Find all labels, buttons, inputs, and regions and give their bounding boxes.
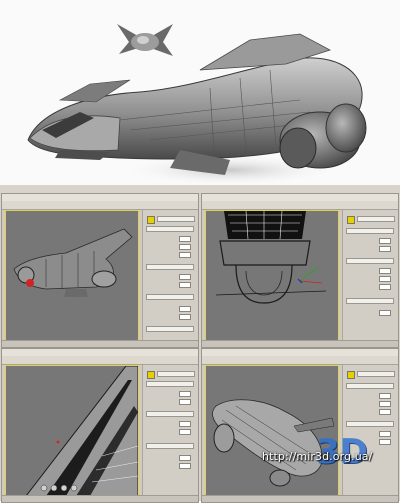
param-spinner[interactable]	[179, 274, 191, 280]
param-spinner[interactable]	[379, 246, 391, 252]
param-spinner[interactable]	[379, 268, 391, 274]
watermark-url[interactable]: http://mir3d.org.ua/	[262, 450, 372, 463]
param-spinner[interactable]	[379, 238, 391, 244]
max-window-perspective	[1, 193, 199, 348]
ship-side-view	[13, 228, 133, 297]
param-spinner[interactable]	[179, 463, 191, 469]
param-spinner[interactable]	[179, 236, 191, 242]
param-rollout[interactable]	[346, 298, 394, 304]
param-rollout[interactable]	[146, 411, 194, 417]
main-toolbar[interactable]	[202, 201, 398, 210]
param-spinner[interactable]	[379, 310, 391, 316]
status-bar	[202, 340, 398, 347]
param-rollout[interactable]	[346, 383, 394, 389]
param-spinner[interactable]	[179, 455, 191, 461]
param-spinner[interactable]	[379, 393, 391, 399]
param-rollout[interactable]	[146, 294, 194, 300]
name-field[interactable]	[357, 216, 395, 222]
object-color-swatch[interactable]	[347, 371, 355, 379]
main-toolbar[interactable]	[202, 356, 398, 365]
param-spinner[interactable]	[179, 314, 191, 320]
name-field[interactable]	[157, 371, 195, 377]
hero-render	[0, 0, 400, 185]
param-spinner[interactable]	[179, 282, 191, 288]
main-toolbar[interactable]	[2, 201, 198, 210]
param-rollout[interactable]	[146, 264, 194, 270]
param-spinner[interactable]	[179, 399, 191, 405]
param-spinner[interactable]	[379, 431, 391, 437]
object-color-swatch[interactable]	[147, 216, 155, 224]
spaceship-render-image	[27, 24, 367, 185]
param-rollout[interactable]	[146, 381, 194, 387]
param-rollout[interactable]	[146, 226, 194, 232]
param-rollout[interactable]	[146, 443, 194, 449]
hull-closeup	[25, 366, 138, 496]
max-window-front	[201, 193, 399, 348]
param-rollout[interactable]	[346, 228, 394, 234]
object-color-swatch[interactable]	[347, 216, 355, 224]
viewport-front[interactable]	[205, 210, 339, 342]
name-field[interactable]	[157, 216, 195, 222]
param-rollout[interactable]	[346, 258, 394, 264]
param-spinner[interactable]	[379, 284, 391, 290]
param-rollout[interactable]	[146, 326, 194, 332]
param-spinner[interactable]	[379, 409, 391, 415]
object-color-swatch[interactable]	[147, 371, 155, 379]
param-spinner[interactable]	[179, 306, 191, 312]
param-spinner[interactable]	[379, 276, 391, 282]
max-window-left	[1, 348, 199, 503]
param-spinner[interactable]	[379, 401, 391, 407]
param-spinner[interactable]	[179, 421, 191, 427]
name-field[interactable]	[357, 371, 395, 377]
engine-wireframe	[215, 211, 327, 304]
command-panel[interactable]	[142, 365, 198, 497]
param-spinner[interactable]	[179, 244, 191, 250]
main-toolbar[interactable]	[2, 356, 198, 365]
command-panel[interactable]	[342, 210, 398, 342]
site-watermark: 3D http://mir3d.org.ua/	[262, 432, 400, 484]
command-panel[interactable]	[142, 210, 198, 342]
viewport-perspective[interactable]	[5, 210, 139, 342]
param-spinner[interactable]	[179, 391, 191, 397]
viewport-left[interactable]	[5, 365, 139, 497]
param-spinner[interactable]	[179, 252, 191, 258]
status-bar	[2, 340, 198, 347]
param-rollout[interactable]	[346, 421, 394, 427]
param-spinner[interactable]	[179, 429, 191, 435]
